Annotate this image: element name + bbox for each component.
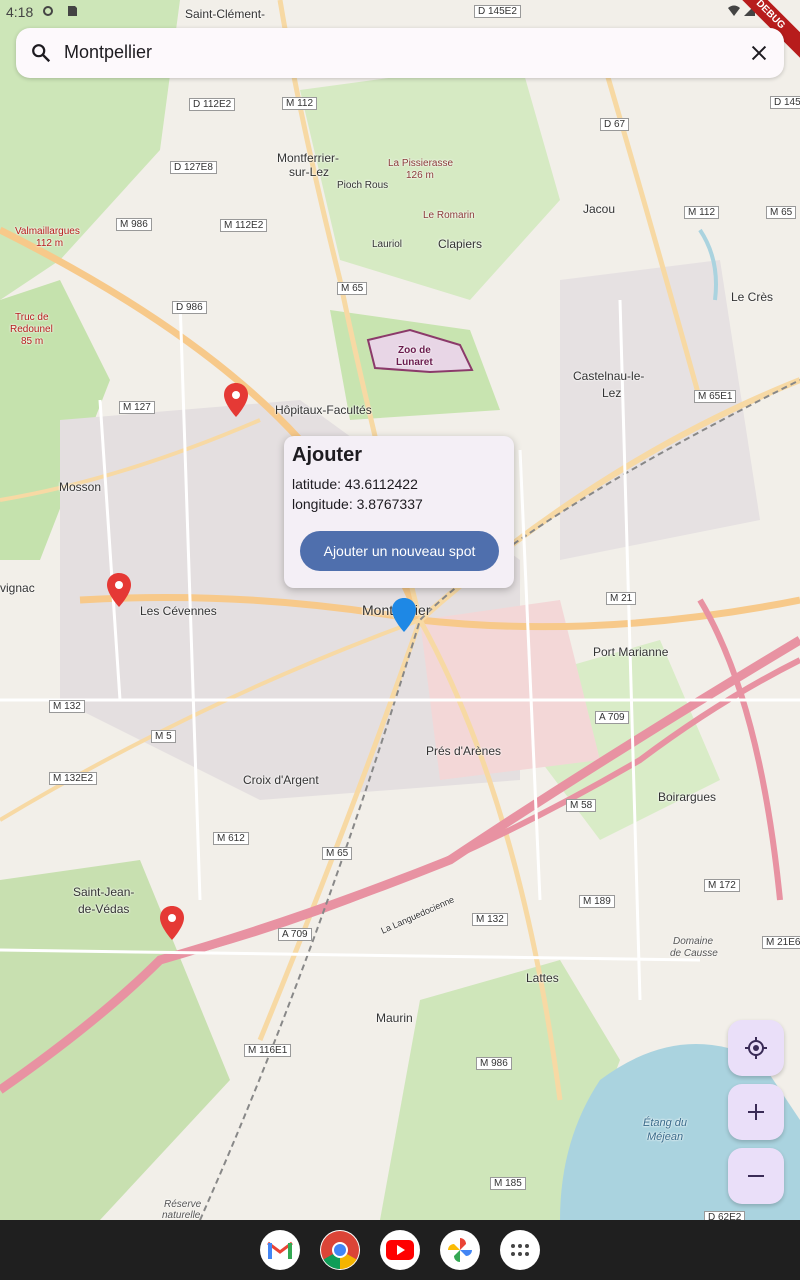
map-label: Truc de [15, 312, 49, 323]
map-label: Lunaret [396, 357, 433, 368]
road-label: M 65 [337, 282, 368, 295]
road-label: M 986 [116, 218, 152, 231]
road-label: M 58 [566, 799, 597, 812]
search-icon[interactable] [30, 42, 52, 64]
road-label: M 185 [490, 1177, 526, 1190]
my-location-button[interactable] [728, 1020, 784, 1076]
map-label: Prés d'Arènes [426, 744, 501, 758]
road-label: M 112 [684, 206, 720, 219]
road-label: M 65E1 [694, 390, 737, 403]
road-label: D 112E2 [189, 98, 236, 111]
map-label: Les Cévennes [140, 604, 217, 618]
road-label: M 116E1 [244, 1044, 292, 1057]
chrome-icon[interactable] [320, 1230, 360, 1270]
road-label: A 709 [278, 928, 312, 941]
map-label: naturelle [162, 1210, 201, 1220]
zoom-in-button[interactable] [728, 1084, 784, 1140]
map-label: Redounel [10, 324, 53, 335]
plus-icon [748, 1104, 764, 1120]
selected-location-marker[interactable] [392, 598, 416, 632]
map-label: Jacou [583, 202, 616, 216]
sd-card-icon [68, 6, 77, 16]
minus-icon [748, 1175, 764, 1177]
map-label: Boirargues [658, 790, 717, 804]
map-label: Maurin [376, 1011, 413, 1025]
map-label: Montferrier- [277, 151, 340, 165]
spot-marker[interactable] [107, 573, 131, 607]
road-label: D 145 [770, 96, 800, 109]
youtube-icon[interactable] [380, 1230, 420, 1270]
my-location-icon [745, 1037, 767, 1059]
road-label: M 172 [704, 879, 740, 892]
map-label: 126 m [406, 170, 434, 181]
gmail-icon[interactable] [260, 1230, 300, 1270]
map-label: Saint-Jean- [73, 885, 135, 899]
wifi-icon [728, 5, 740, 16]
map-label: Clapiers [438, 237, 483, 251]
map-label: sur-Lez [289, 165, 330, 179]
map-label: Croix d'Argent [243, 773, 319, 787]
spot-marker[interactable] [160, 906, 184, 940]
road-label: M 21E6 [762, 936, 800, 949]
map-label: de Causse [670, 948, 718, 959]
search-bar[interactable]: Montpellier [16, 28, 784, 78]
map-label: Castelnau-le- [573, 369, 645, 383]
road-label: M 132 [472, 913, 508, 926]
road-label: A 709 [595, 711, 629, 724]
road-label: D 62E2 [704, 1211, 746, 1220]
map-label: Lez [602, 386, 622, 400]
close-icon[interactable] [748, 42, 770, 64]
road-label: M 21 [606, 592, 637, 605]
popup-longitude: longitude: 3.8767337 [292, 496, 423, 512]
spot-marker[interactable] [224, 383, 248, 417]
road-label: M 612 [213, 832, 249, 845]
map-label: Le Crès [731, 290, 774, 304]
road-label: M 132E2 [49, 772, 98, 785]
road-label: D 67 [600, 118, 630, 131]
status-bar: 4:18 DEBUG [0, 0, 800, 64]
app-drawer-icon[interactable] [500, 1230, 540, 1270]
map-label: Lattes [526, 971, 559, 985]
settings-icon [43, 6, 53, 16]
road-label: M 65 [766, 206, 797, 219]
road-label: M 65 [322, 847, 353, 860]
road-label: D 127E8 [170, 161, 217, 174]
map-label: Le Romarin [423, 210, 475, 221]
map-label: de-Védas [78, 902, 130, 916]
add-spot-button[interactable]: Ajouter un nouveau spot [300, 531, 499, 571]
map-label: Port Marianne [593, 645, 669, 659]
map-label: Pioch Rous [337, 180, 389, 191]
road-label: M 112E2 [220, 219, 268, 232]
map-label: Domaine [673, 936, 714, 947]
map-label: Valmaillargues [15, 226, 80, 237]
road-label: M 132 [49, 700, 85, 713]
map-label: Lauriol [372, 239, 403, 250]
map-label: 85 m [21, 336, 44, 347]
map-label: Étang du [643, 1117, 688, 1129]
road-label: M 189 [579, 895, 615, 908]
map-label: vignac [0, 581, 35, 595]
map-label: Méjean [647, 1131, 684, 1143]
map-label: Zoo de [398, 345, 431, 356]
search-input[interactable]: Montpellier [64, 42, 152, 63]
road-label: M 5 [151, 730, 176, 743]
map-label: Mosson [59, 480, 102, 494]
map-label: Hôpitaux-Facultés [275, 403, 372, 417]
road-label: M 986 [476, 1057, 512, 1070]
map-view[interactable]: Saint-Clément- Montferrier- sur-Lez Pioc… [0, 0, 800, 1220]
status-time: 4:18 [6, 4, 34, 20]
road-label: M 127 [119, 401, 155, 414]
map-label: Réserve [164, 1199, 202, 1210]
popup-title: Ajouter [292, 444, 362, 466]
zoom-out-button[interactable] [728, 1148, 784, 1204]
road-label: M 112 [282, 97, 318, 110]
map-label: La Pissierasse [388, 158, 454, 169]
photos-icon[interactable] [440, 1230, 480, 1270]
map-label: 112 m [36, 238, 64, 249]
popup-latitude: latitude: 43.6112422 [292, 476, 418, 492]
taskbar [0, 1220, 800, 1280]
road-label: D 986 [172, 301, 207, 314]
add-spot-popup: Ajouter latitude: 43.6112422 longitude: … [284, 436, 514, 588]
